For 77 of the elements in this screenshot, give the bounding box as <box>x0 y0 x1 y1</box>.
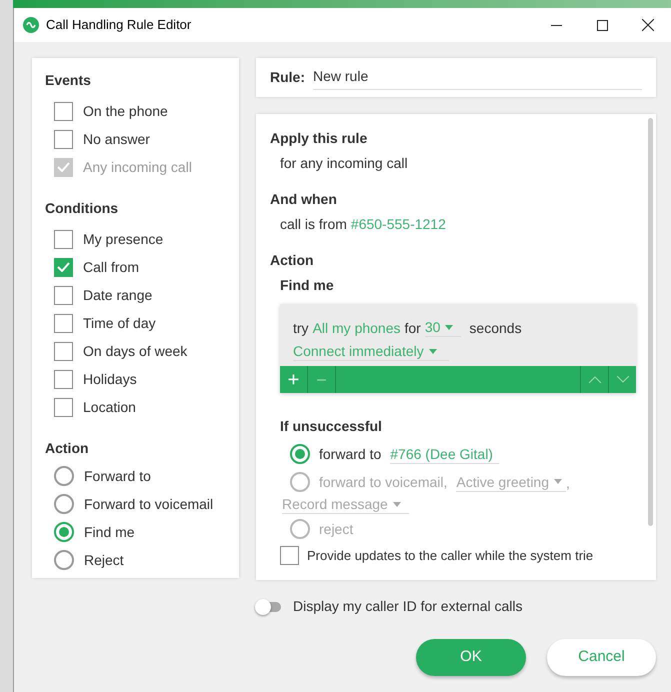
caret-icon <box>428 348 437 354</box>
radio-button[interactable] <box>54 522 74 542</box>
phone-number-link[interactable]: #650-555-1212 <box>350 215 446 233</box>
checkbox-label: Call from <box>83 258 140 276</box>
section-heading: Conditions <box>45 199 120 218</box>
checkbox[interactable] <box>54 102 73 120</box>
checkmark-icon <box>57 162 70 172</box>
chevron-down-icon <box>616 376 628 383</box>
checkbox[interactable] <box>54 130 73 148</box>
checkbox[interactable] <box>54 342 73 360</box>
section-heading: Events <box>45 71 92 90</box>
section-heading: And when <box>270 190 338 208</box>
scrollbar[interactable] <box>648 118 653 526</box>
connect-dropdown[interactable]: Connect immediately <box>293 342 449 361</box>
checkbox-label: Provide updates to the caller while the system trie <box>307 546 594 564</box>
rule-label: Rule: <box>270 68 305 87</box>
find-me-text: try <box>293 318 309 336</box>
subsection-heading: Find me <box>279 276 335 294</box>
toggle-label: Display my caller ID for external calls <box>293 597 523 616</box>
checkbox-label: Any incoming call <box>83 158 192 177</box>
caret-icon <box>445 324 454 330</box>
radio-button[interactable] <box>290 444 310 464</box>
checkbox-label: My presence <box>83 230 164 249</box>
remove-button[interactable]: − <box>308 366 336 393</box>
option-label: forward to <box>319 445 382 463</box>
checkbox[interactable] <box>54 370 73 388</box>
ok-button[interactable]: OK <box>416 639 526 676</box>
radio-label: Forward to voicemail <box>84 494 214 514</box>
comma-text: , <box>566 474 570 492</box>
seconds-dropdown[interactable]: 30 <box>424 318 462 337</box>
rule-name-field[interactable]: New rule <box>313 66 642 90</box>
radio-label: Find me <box>84 522 135 542</box>
window-title: Call Handling Rule Editor <box>46 16 192 34</box>
option-label: reject <box>319 520 354 538</box>
greeting-dropdown[interactable]: Active greeting <box>456 472 566 492</box>
checkbox[interactable] <box>54 314 73 332</box>
chevron-up-icon <box>588 376 600 383</box>
checkbox[interactable] <box>54 258 73 276</box>
record-message-dropdown[interactable]: Record message <box>282 495 409 514</box>
checkbox-label: Time of day <box>83 314 156 333</box>
checkbox[interactable] <box>54 398 73 416</box>
radio-button[interactable] <box>290 472 310 492</box>
add-button[interactable]: + <box>280 366 308 393</box>
checkbox-label: On days of week <box>83 342 188 361</box>
caret-icon <box>392 502 401 506</box>
radio-label: Forward to <box>84 466 151 486</box>
checkbox-label: Holidays <box>83 370 137 389</box>
phones-link[interactable]: All my phones <box>312 318 400 336</box>
option-label: forward to voicemail, <box>319 473 448 491</box>
section-heading: Action <box>270 251 315 269</box>
caret-icon <box>554 479 562 484</box>
checkbox-label: On the phone <box>83 102 168 121</box>
rule-summary-text: call is from <box>280 215 347 233</box>
cancel-button[interactable]: Cancel <box>547 639 656 676</box>
minimize-icon <box>550 24 562 26</box>
checkmark-icon <box>57 262 70 272</box>
subsection-heading: If unsuccessful <box>279 417 383 435</box>
checkbox[interactable] <box>280 546 299 565</box>
rule-summary-text: for any incoming call <box>279 154 409 172</box>
checkbox-label: Location <box>83 398 136 416</box>
app-logo-icon <box>23 17 39 33</box>
checkbox-label: No answer <box>83 130 150 148</box>
radio-button[interactable] <box>54 494 74 514</box>
section-heading: Action <box>45 439 90 458</box>
radio-button[interactable] <box>54 550 74 570</box>
maximize-icon <box>596 20 608 30</box>
section-heading: Apply this rule <box>270 129 368 147</box>
find-me-text: seconds <box>469 318 522 336</box>
find-me-text: for <box>404 318 421 336</box>
radio-button[interactable] <box>290 519 310 539</box>
radio-label: Reject <box>84 550 124 570</box>
checkbox[interactable] <box>54 230 73 248</box>
checkbox-label: Date range <box>83 286 152 305</box>
checkbox[interactable] <box>54 286 73 304</box>
radio-button[interactable] <box>54 466 74 486</box>
close-icon <box>642 19 654 31</box>
forward-target-field[interactable]: #766 (Dee Gital) <box>390 444 499 464</box>
